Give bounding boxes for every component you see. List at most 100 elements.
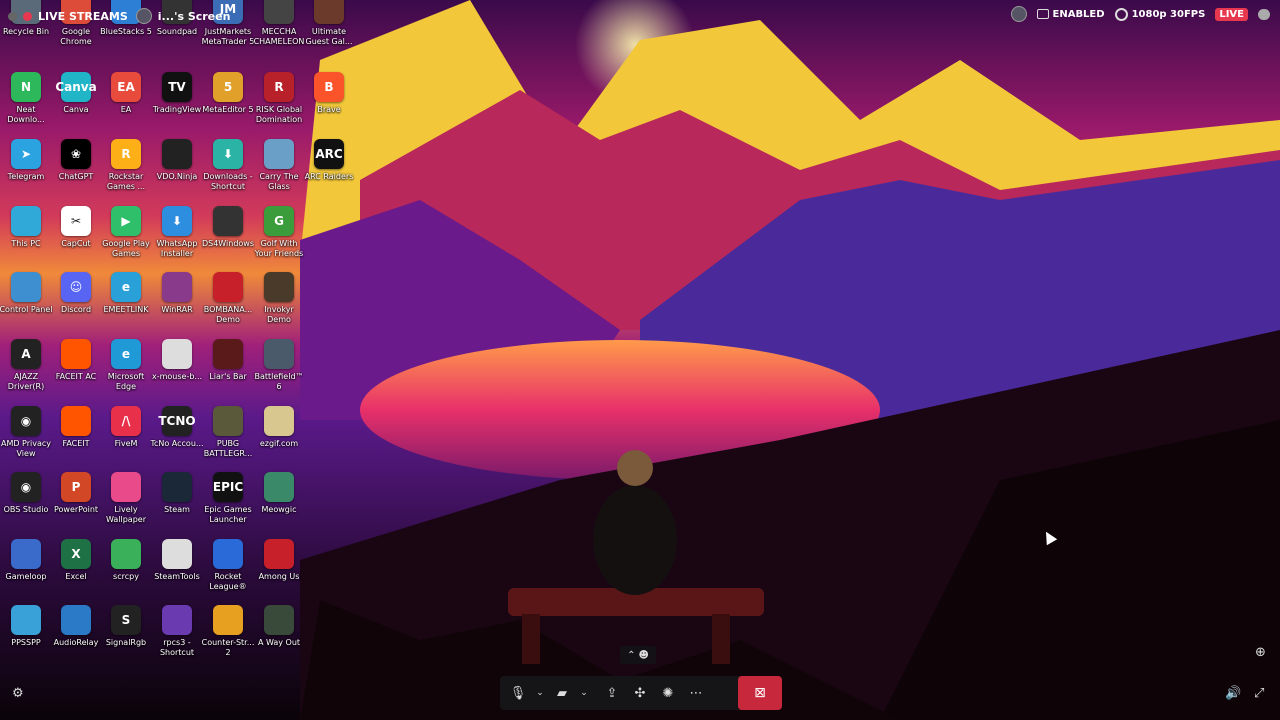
desktop-icon[interactable]: Ultimate Guest Gal...: [305, 0, 353, 47]
desktop-icon[interactable]: Battlefield™ 6: [254, 339, 304, 392]
desktop-icon[interactable]: e EMEETLINK: [102, 272, 150, 315]
app-icon: /\: [111, 406, 141, 436]
desktop-icon[interactable]: TV TradingView: [153, 72, 201, 115]
desktop-icon[interactable]: Rocket League®: [204, 539, 252, 592]
app-icon: EA: [111, 72, 141, 102]
desktop-icon[interactable]: PPSSPP: [2, 605, 50, 648]
microphone-icon[interactable]: 🎙: [504, 679, 532, 707]
mic-options-chevron-icon[interactable]: ⌄: [532, 679, 548, 707]
desktop-icon[interactable]: EPIC Epic Games Launcher: [204, 472, 252, 525]
desktop-icon[interactable]: Invokyr Demo: [255, 272, 303, 325]
desktop-icon[interactable]: e Microsoft Edge: [102, 339, 150, 392]
desktop-icon[interactable]: P PowerPoint: [52, 472, 100, 515]
desktop-icon[interactable]: Steam: [153, 472, 201, 515]
desktop-icon[interactable]: ARC ARC Raiders: [305, 139, 353, 182]
desktop-icon[interactable]: PUBG BATTLEGR...: [204, 406, 252, 459]
chat-icon[interactable]: [1258, 8, 1270, 20]
desktop-icon[interactable]: This PC: [2, 206, 50, 249]
desktop-icon-label: JustMarkets MetaTrader 5: [201, 27, 255, 46]
desktop-icon[interactable]: MECCHA CHAMELEON: [254, 0, 304, 47]
app-icon: TCNO: [158, 406, 196, 436]
desktop-icon[interactable]: Carry The Glass: [255, 139, 303, 192]
volume-icon[interactable]: 🔊: [1225, 686, 1241, 701]
desktop-icon[interactable]: R Rockstar Games ...: [102, 139, 150, 192]
desktop-icon-label: Brave: [317, 105, 341, 114]
desktop-icon[interactable]: Lively Wallpaper: [102, 472, 150, 525]
desktop-icon[interactable]: x-mouse-b...: [152, 339, 202, 382]
desktop-icon[interactable]: Liar's Bar: [204, 339, 252, 382]
desktop-icon[interactable]: S SignalRgb: [102, 605, 150, 648]
desktop-icon-label: CapCut: [61, 239, 91, 248]
desktop-icon[interactable]: rpcs3 - Shortcut: [153, 605, 201, 658]
desktop-icon-label: Rocket League®: [209, 572, 247, 591]
desktop-icon[interactable]: BOMBANA... Demo: [204, 272, 252, 325]
desktop-icon[interactable]: EA EA: [102, 72, 150, 115]
desktop-icon[interactable]: A Way Out: [255, 605, 303, 648]
fullscreen-icon[interactable]: ⤢: [1254, 686, 1264, 701]
screen-indicator[interactable]: i...'s Screen: [135, 8, 230, 24]
desktop-icon[interactable]: ezgif.com: [255, 406, 303, 449]
desktop-icon[interactable]: FACEIT AC: [52, 339, 100, 382]
desktop-icon[interactable]: SteamTools: [153, 539, 201, 582]
desktop-icon[interactable]: ✂ CapCut: [52, 206, 100, 249]
app-icon: [213, 539, 243, 569]
app-icon: [11, 605, 41, 635]
desktop-icon-label: Gameloop: [5, 572, 47, 581]
zoom-icon[interactable]: ⊕: [1255, 645, 1266, 660]
app-icon: [11, 539, 41, 569]
desktop-icon-label: scrcpy: [113, 572, 139, 581]
desktop-icon[interactable]: ☺ Discord: [52, 272, 100, 315]
app-icon: [264, 272, 294, 302]
desktop-icon[interactable]: Meowgic: [255, 472, 303, 515]
desktop-icon[interactable]: FACEIT: [52, 406, 100, 449]
desktop-icon[interactable]: N Neat Downlo...: [2, 72, 50, 125]
desktop-icon[interactable]: X Excel: [52, 539, 100, 582]
desktop-icon[interactable]: ◉ OBS Studio: [2, 472, 50, 515]
desktop-icon[interactable]: Control Panel: [0, 272, 53, 315]
viewers-toggle[interactable]: ⌃ ☻: [620, 646, 656, 664]
screen-share-icon[interactable]: ⇪: [598, 679, 626, 707]
activities-icon[interactable]: ✣: [626, 679, 654, 707]
desktop-icon[interactable]: /\ FiveM: [102, 406, 150, 449]
desktop-icon[interactable]: Canva Canva: [52, 72, 100, 115]
desktop-icon-label: SignalRgb: [105, 638, 147, 647]
desktop-icon[interactable]: Counter-Str... 2: [202, 605, 254, 658]
desktop-icon-label: WinRAR: [161, 305, 193, 314]
desktop-icon[interactable]: AudioRelay: [52, 605, 100, 648]
desktop-icon[interactable]: R RISK Global Domination: [255, 72, 303, 125]
desktop-icon[interactable]: VDO.Ninja: [153, 139, 201, 182]
desktop-icon[interactable]: WinRAR: [153, 272, 201, 315]
desktop-icon[interactable]: 5 MetaEditor 5: [202, 72, 254, 115]
leave-call-button[interactable]: ⊠: [738, 676, 782, 710]
desktop-icon-label: Meowgic: [261, 505, 297, 514]
settings-icon[interactable]: ⚙: [12, 686, 24, 701]
desktop-icon[interactable]: DS4Windows: [202, 206, 254, 249]
quality-label: 1080p 30FPS: [1131, 8, 1206, 20]
camera-options-chevron-icon[interactable]: ⌄: [576, 679, 592, 707]
soundboard-icon[interactable]: ✺: [654, 679, 682, 707]
desktop-icon[interactable]: ▶ Google Play Games: [102, 206, 150, 259]
desktop-icon-label: Google Chrome: [60, 27, 92, 46]
more-icon[interactable]: ⋯: [682, 679, 710, 707]
desktop-icon-label: SteamTools: [154, 572, 200, 581]
desktop-icon[interactable]: ➤ Telegram: [2, 139, 50, 182]
desktop-icon[interactable]: A AJAZZ Driver(R): [2, 339, 50, 392]
desktop-icon[interactable]: ⬇ WhatsApp Installer: [153, 206, 201, 259]
desktop-icon[interactable]: ⬇ Downloads - Shortcut: [203, 139, 253, 192]
desktop-icon[interactable]: B Brave: [305, 72, 353, 115]
app-icon: N: [11, 72, 41, 102]
app-icon: A: [11, 339, 41, 369]
desktop-icon-label: ChatGPT: [58, 172, 94, 181]
desktop-icon[interactable]: Among Us: [255, 539, 303, 582]
desktop-icon[interactable]: scrcpy: [102, 539, 150, 582]
app-icon: X: [61, 539, 91, 569]
desktop-icon[interactable]: ❀ ChatGPT: [52, 139, 100, 182]
desktop-icon[interactable]: G Golf With Your Friends: [255, 206, 303, 259]
desktop-icon-label: PPSSPP: [11, 638, 41, 647]
desktop-icon[interactable]: ◉ AMD Privacy View: [1, 406, 51, 459]
desktop-icon[interactable]: TCNO TcNo Accou...: [150, 406, 204, 449]
desktop-icon[interactable]: Gameloop: [2, 539, 50, 582]
camera-off-icon[interactable]: ▰: [548, 679, 576, 707]
desktop-icon-label: Downloads - Shortcut: [203, 172, 253, 191]
desktop-icon-label: FiveM: [114, 439, 138, 448]
